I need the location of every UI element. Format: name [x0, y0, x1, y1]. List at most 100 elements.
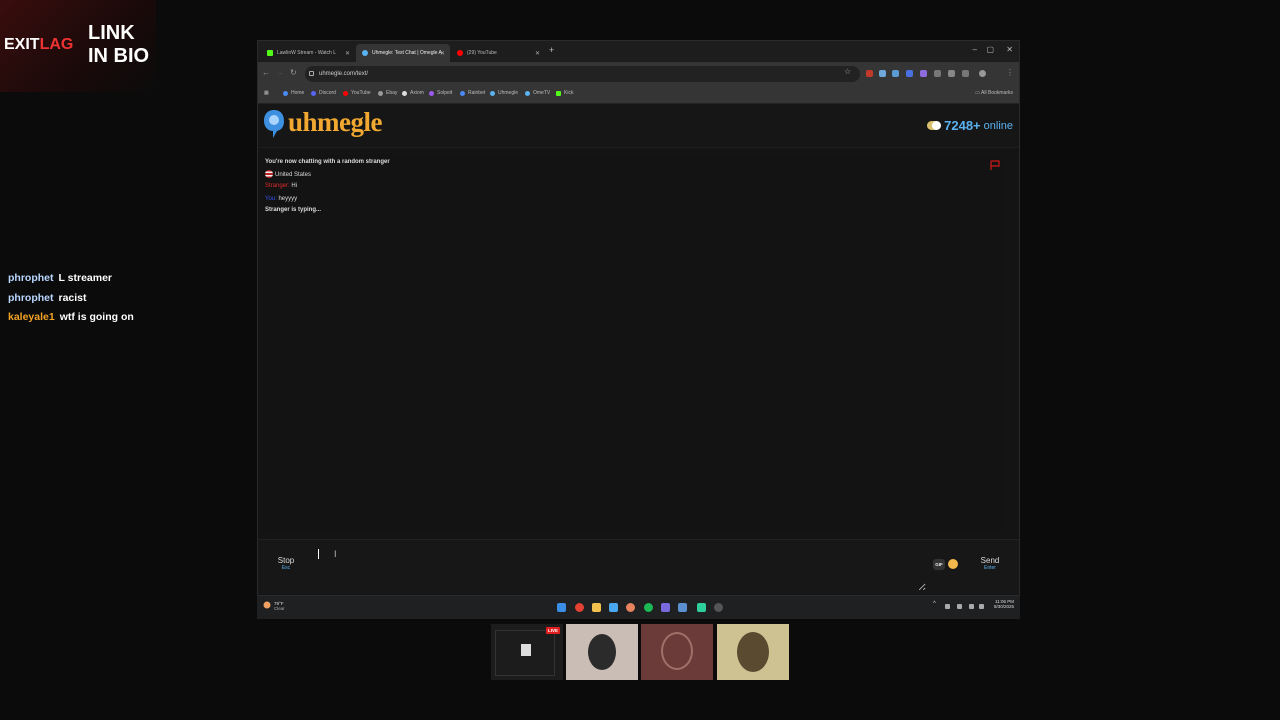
start-windows-icon[interactable]	[557, 603, 566, 612]
ebay-icon	[378, 90, 383, 96]
gif-button[interactable]: GIF	[933, 559, 945, 570]
tab-strip: LawlinW Stream - Watch L ✕ Uhmegle: Text…	[258, 41, 1019, 62]
obs-icon[interactable]	[714, 603, 723, 612]
site-header: uhmegle 7248+ online	[258, 104, 1019, 148]
sidepanel-icon[interactable]	[962, 70, 969, 77]
mic-icon[interactable]	[957, 604, 962, 609]
chrome-icon[interactable]	[575, 603, 584, 612]
ometv-icon	[525, 90, 530, 96]
url-text: uhmegle.com/text/	[319, 71, 369, 77]
menu-kebab-icon[interactable]: ⋮	[1006, 68, 1014, 77]
address-bar[interactable]: uhmegle.com/text/	[305, 66, 860, 82]
online-label: online	[983, 119, 1013, 132]
tab-uhmegle[interactable]: Uhmegle: Text Chat | Omegle A ✕	[356, 44, 450, 62]
bookmark-kick[interactable]: Kick	[556, 90, 573, 96]
extension-icon[interactable]	[906, 70, 913, 77]
tray-overflow-icon[interactable]: ^	[933, 601, 938, 607]
close-icon[interactable]: ✕	[440, 50, 445, 57]
minimize-icon[interactable]: –	[973, 45, 977, 54]
close-icon[interactable]: ✕	[535, 50, 540, 57]
bookmark-ometv[interactable]: OmeTV	[525, 90, 550, 96]
tab-youtube[interactable]: (29) YouTube ✕	[451, 44, 545, 62]
youtube-favicon-icon	[457, 50, 463, 56]
spotify-icon[interactable]	[644, 603, 653, 612]
browser-window: LawlinW Stream - Watch L ✕ Uhmegle: Text…	[257, 40, 1020, 596]
new-tab-button[interactable]: +	[549, 45, 554, 55]
apps-grid-icon[interactable]: ▦	[264, 90, 269, 96]
stop-label: Stop	[277, 556, 295, 565]
stream-chat-message: phrophet L streamer	[8, 271, 248, 291]
extension-icon[interactable]	[892, 70, 899, 77]
bookmark-rainbet[interactable]: Rainbet	[460, 90, 485, 96]
forward-arrow-icon[interactable]: →	[276, 68, 284, 77]
stop-button[interactable]: Stop Esc	[264, 545, 308, 589]
tab-label: (29) YouTube	[467, 50, 497, 56]
youtube-icon	[343, 90, 348, 96]
bookmark-label: Solpeit	[437, 90, 453, 96]
bookmark-solpeit[interactable]: Solpeit	[429, 90, 452, 96]
wifi-icon[interactable]	[969, 604, 974, 609]
message-input[interactable]	[314, 543, 926, 591]
clock[interactable]: 11:06 PM 8/30/2025	[994, 599, 1014, 609]
app-icon[interactable]	[697, 603, 706, 612]
online-count: 7248+	[944, 118, 981, 133]
site-info-icon[interactable]	[309, 71, 314, 76]
theme-toggle[interactable]	[927, 121, 942, 130]
text-caret	[318, 549, 319, 559]
bookmark-home[interactable]: Home	[283, 90, 304, 96]
bookmark-label: Rainbet	[468, 90, 486, 96]
bookmark-youtube[interactable]: YouTube	[343, 90, 371, 96]
onedrive-icon[interactable]	[945, 604, 950, 609]
close-window-icon[interactable]: ✕	[1006, 45, 1013, 54]
close-icon[interactable]: ✕	[345, 50, 350, 57]
uhmegle-logo-icon[interactable]	[262, 108, 286, 140]
typing-indicator: Stranger is typing...	[265, 207, 322, 213]
tab-label: Uhmegle: Text Chat | Omegle A	[372, 50, 442, 56]
emoji-icon[interactable]	[948, 559, 958, 569]
steam-icon[interactable]	[678, 603, 687, 612]
stop-shortcut: Esc	[281, 565, 291, 571]
chat-input-bar: Stop Esc I GIF Send Enter	[258, 539, 1019, 594]
bookmark-discord[interactable]: Discord	[311, 90, 336, 96]
store-icon[interactable]	[609, 603, 618, 612]
bookmark-ebay[interactable]: Ebay	[378, 90, 397, 96]
app-icon[interactable]	[626, 603, 635, 612]
weather-widget[interactable]: 79°F Clear	[263, 600, 285, 612]
bookmark-label: Discord	[319, 90, 336, 96]
clock-date: 8/30/2025	[993, 604, 1014, 609]
home-icon	[283, 90, 288, 96]
file-explorer-icon[interactable]	[592, 603, 601, 612]
report-flag-icon[interactable]	[990, 160, 1000, 171]
bookmark-label: Ebay	[386, 90, 398, 96]
maximize-icon[interactable]: ▢	[986, 45, 994, 54]
tab-label: LawlinW Stream - Watch L	[277, 50, 336, 56]
uhmegle-logo[interactable]: uhmegle	[288, 107, 383, 138]
back-arrow-icon[interactable]: ←	[262, 68, 270, 77]
status-line: You're now chatting with a random strang…	[265, 159, 390, 165]
extension-icon[interactable]	[879, 70, 886, 77]
discord-taskbar-icon[interactable]	[661, 603, 670, 612]
extensions-puzzle-icon[interactable]	[948, 70, 955, 77]
tab-kick-stream[interactable]: LawlinW Stream - Watch L ✕	[261, 44, 355, 62]
ibeam-cursor-icon: I	[334, 549, 337, 559]
webcam-screen-share: LIVE	[491, 624, 563, 680]
all-bookmarks-folder[interactable]: ▭ All Bookmarks	[975, 90, 1013, 96]
bookmark-axiom[interactable]: Axiom	[402, 90, 424, 96]
extension-icon[interactable]	[920, 70, 927, 77]
all-bookmarks-label: All Bookmarks	[981, 90, 1013, 96]
bookmark-star-icon[interactable]: ☆	[844, 67, 851, 76]
profile-avatar-icon[interactable]	[979, 70, 986, 77]
bookmark-uhmegle[interactable]: Uhmegle	[490, 90, 518, 96]
exitlag-banner: EXITLAG LINK IN BIO	[0, 0, 156, 92]
chat-message-stranger: Stranger: Hi	[265, 183, 297, 189]
webcam-participant	[641, 624, 713, 680]
extension-icon[interactable]	[934, 70, 941, 77]
reload-icon[interactable]: ↻	[290, 68, 297, 77]
bookmarks-bar: ▦ Home Discord YouTube Ebay Axiom Solpei…	[258, 86, 1019, 104]
send-button[interactable]: Send Enter	[966, 545, 1014, 589]
stream-chat-message: kaleyale1 wtf is going on	[8, 310, 248, 330]
chat-text: racist	[58, 291, 87, 304]
volume-icon[interactable]	[979, 604, 984, 609]
webcam-participant	[566, 624, 638, 680]
extension-icon[interactable]	[866, 70, 873, 77]
